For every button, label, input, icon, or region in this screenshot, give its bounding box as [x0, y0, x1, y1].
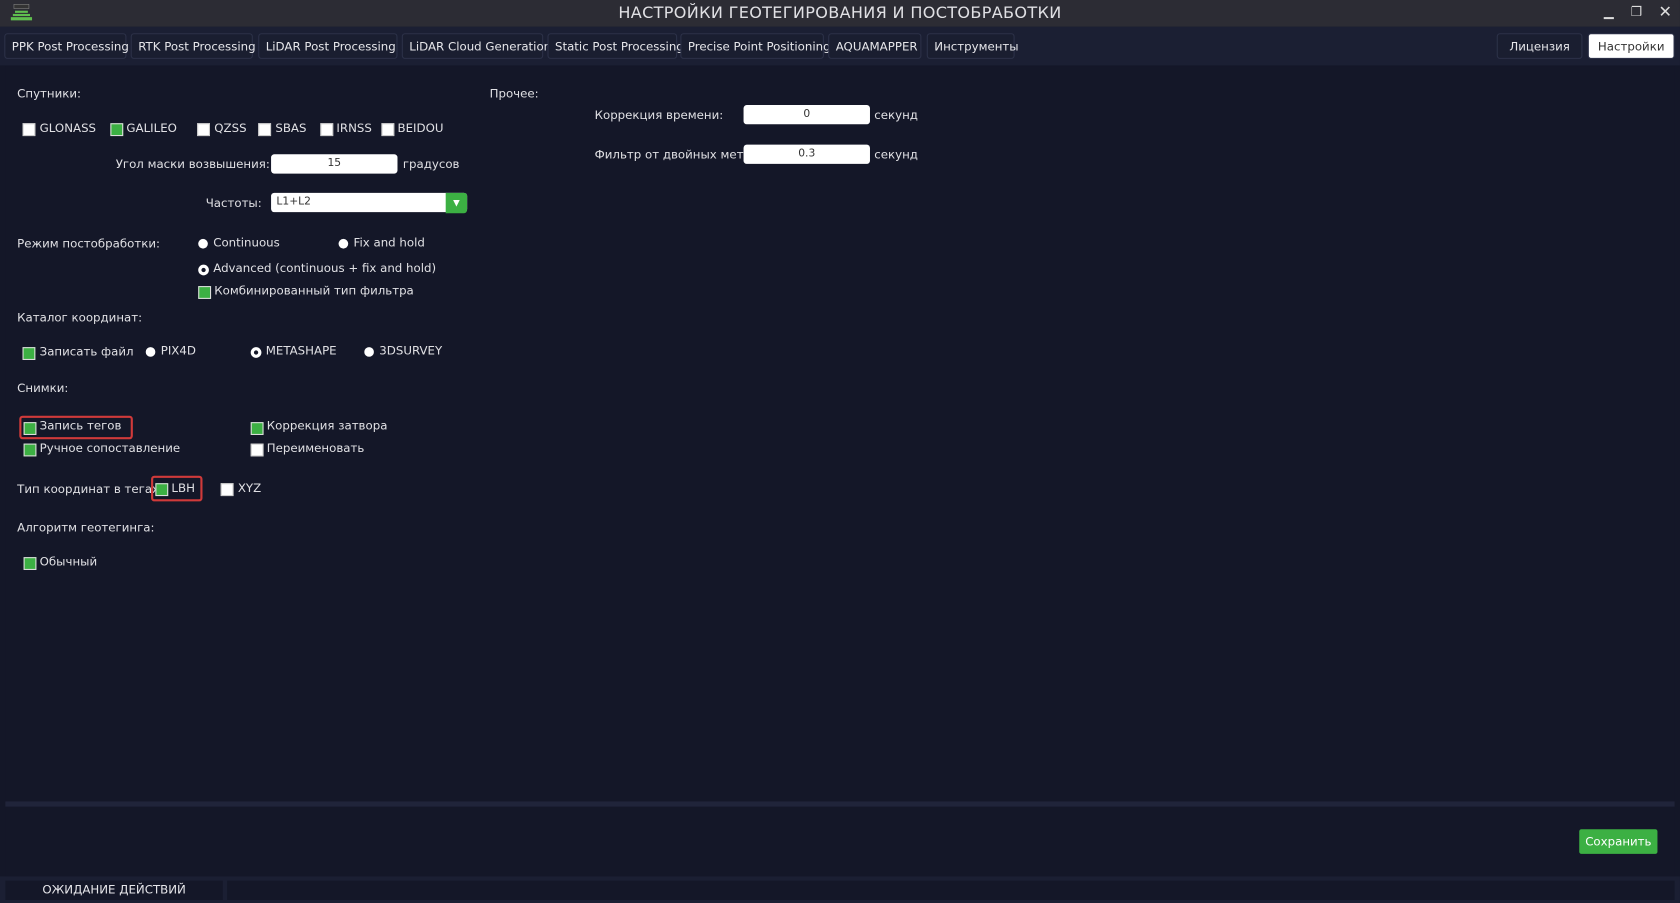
sbas-label: SBAS	[275, 121, 307, 135]
satellites-label: Спутники:	[17, 86, 82, 101]
tab-ppp[interactable]: Precise Point Positioning	[680, 33, 831, 59]
tab-rtk[interactable]: RTK Post Processing	[130, 33, 256, 59]
tab-ppk[interactable]: PPK Post Processing	[4, 33, 129, 59]
shutter-checkbox[interactable]	[250, 422, 264, 435]
algorithm-label: Алгоритм геотегинга:	[17, 520, 155, 535]
time-correction-unit: секунд	[874, 108, 918, 123]
other-label: Прочее:	[489, 86, 539, 101]
frequencies-label: Частоты:	[205, 196, 262, 210]
galileo-checkbox[interactable]	[110, 123, 124, 137]
3dsurvey-label: 3DSURVEY	[379, 343, 443, 358]
chevron-down-icon[interactable]: ▼	[445, 192, 468, 214]
normal-algorithm-label: Обычный	[39, 554, 98, 569]
elevation-unit: градусов	[402, 157, 460, 172]
status-text: ОЖИДАНИЕ ДЕЙСТВИЙ	[5, 880, 223, 900]
irnss-checkbox[interactable]	[320, 123, 334, 137]
3dsurvey-radio[interactable]	[364, 347, 374, 357]
fix-hold-radio[interactable]	[338, 238, 349, 249]
time-correction-label: Коррекция времени:	[594, 108, 724, 123]
advanced-radio[interactable]	[198, 264, 209, 276]
images-label: Снимки:	[17, 381, 69, 396]
tab-license[interactable]: Лицензия	[1496, 33, 1583, 59]
combined-filter-label: Комбинированный тип фильтра	[214, 283, 414, 298]
combined-filter-checkbox[interactable]	[198, 286, 212, 299]
duplicate-filter-input[interactable]: 0.3	[743, 144, 870, 164]
write-file-label: Записать файл	[39, 344, 134, 359]
glonass-label: GLONASS	[39, 121, 97, 135]
frequencies-value: L1+L2	[276, 196, 311, 208]
app-window: НАСТРОЙКИ ГЕОТЕГИРОВАНИЯ И ПОСТОБРАБОТКИ…	[0, 0, 1680, 903]
manual-match-label: Ручное сопоставление	[39, 441, 181, 456]
beidou-checkbox[interactable]	[381, 123, 395, 137]
elevation-label: Угол маски возвышения:	[115, 157, 270, 172]
close-button[interactable]: ✕	[1659, 2, 1672, 21]
beidou-label: BEIDOU	[397, 121, 444, 135]
sbas-checkbox[interactable]	[258, 123, 272, 137]
advanced-label: Advanced (continuous + fix and hold)	[213, 261, 437, 276]
glonass-checkbox[interactable]	[22, 123, 36, 137]
shutter-label: Коррекция затвора	[266, 418, 388, 433]
write-file-checkbox[interactable]	[22, 347, 36, 360]
footer-panel	[5, 806, 1675, 877]
normal-algorithm-checkbox[interactable]	[23, 557, 37, 570]
pix4d-radio[interactable]	[145, 347, 156, 357]
catalog-label: Каталог координат:	[17, 310, 143, 325]
qzss-label: QZSS	[214, 121, 247, 135]
qzss-checkbox[interactable]	[197, 123, 210, 137]
status-progress	[227, 880, 1675, 900]
tab-settings[interactable]: Настройки	[1587, 33, 1675, 59]
continuous-radio[interactable]	[198, 238, 208, 249]
galileo-label: GALILEO	[126, 121, 177, 135]
tab-lidar-cloud[interactable]: LiDAR Cloud Generation	[401, 33, 551, 59]
mode-label: Режим постобработки:	[17, 236, 160, 251]
time-correction-input[interactable]: 0	[743, 104, 870, 125]
duplicate-filter-unit: секунд	[874, 147, 918, 162]
restore-button[interactable]: ❐	[1631, 4, 1643, 19]
pix4d-label: PIX4D	[160, 343, 196, 358]
rename-checkbox[interactable]	[250, 443, 264, 457]
lbh-checkbox[interactable]	[155, 483, 169, 497]
tag-write-checkbox[interactable]	[23, 422, 37, 435]
duplicate-filter-label: Фильтр от двойных меток:	[594, 147, 762, 162]
manual-match-checkbox[interactable]	[23, 443, 37, 457]
save-button[interactable]: Сохранить	[1579, 829, 1658, 854]
frequencies-select[interactable]: L1+L2	[271, 192, 468, 213]
lbh-label: LBH	[171, 481, 195, 495]
tab-lidar-post[interactable]: LiDAR Post Processing	[258, 33, 398, 59]
tab-static[interactable]: Static Post Processing	[547, 33, 684, 59]
minimize-button[interactable]: ▁	[1604, 4, 1614, 19]
coord-type-label: Тип координат в тегах:	[17, 482, 163, 497]
tab-aquamapper[interactable]: AQUAMAPPER	[828, 33, 922, 59]
fix-hold-label: Fix and hold	[353, 235, 425, 250]
xyz-checkbox[interactable]	[220, 483, 234, 497]
metashape-radio[interactable]	[250, 347, 262, 358]
tag-write-label: Запись тегов	[39, 418, 122, 433]
irnss-label: IRNSS	[336, 121, 372, 135]
xyz-label: XYZ	[237, 481, 262, 495]
window-title: НАСТРОЙКИ ГЕОТЕГИРОВАНИЯ И ПОСТОБРАБОТКИ	[618, 3, 1062, 23]
rename-label: Переименовать	[266, 441, 365, 456]
tab-tools[interactable]: Инструменты	[926, 33, 1019, 59]
elevation-input[interactable]: 15	[271, 154, 398, 174]
metashape-label: METASHAPE	[265, 343, 337, 358]
continuous-label: Continuous	[213, 235, 280, 250]
